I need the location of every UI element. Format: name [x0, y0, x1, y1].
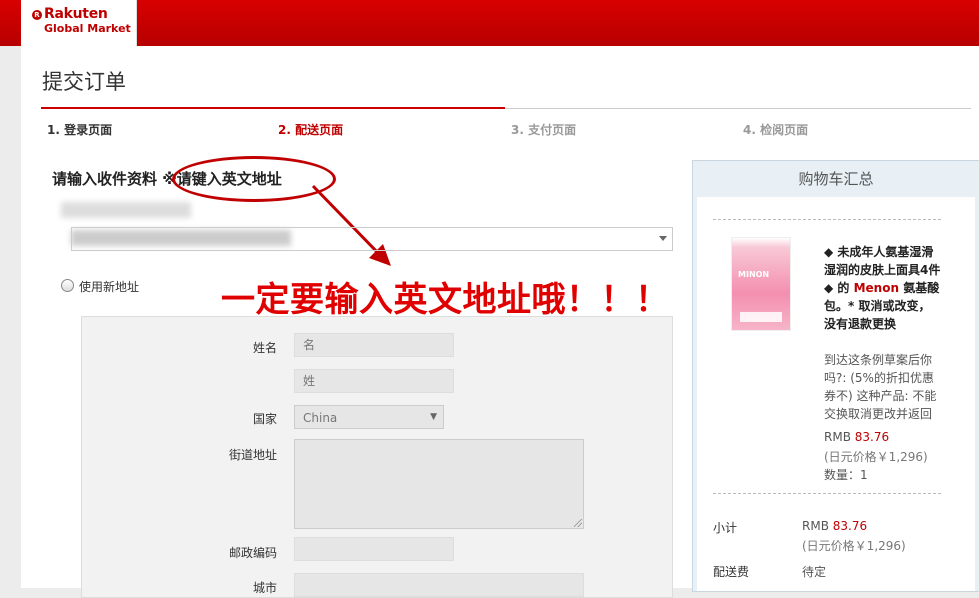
cart-summary: 购物车汇总 MINON ◆ 未成年人氨基湿滑湿润的皮肤上面具4件 ◆ 的 Men…	[692, 160, 979, 592]
subtotal-value: RMB 83.76	[802, 519, 867, 533]
annotation-arrow-icon	[311, 184, 391, 266]
product-image-label	[740, 312, 782, 322]
subtotal-label: 小计	[713, 521, 738, 535]
step-payment: 3. 支付页面	[511, 123, 577, 137]
name-label: 姓名	[252, 341, 277, 355]
product-jpy-price: (日元价格￥1,296)	[824, 450, 928, 464]
country-select[interactable]: China ▼	[294, 405, 444, 429]
progress-fill	[41, 107, 505, 109]
subtotal-currency: RMB	[802, 519, 833, 533]
logo-text-top: Rakuten	[44, 6, 108, 22]
cart-summary-title: 购物车汇总	[798, 170, 874, 188]
chevron-down-icon	[659, 236, 667, 241]
saved-address-value-blurred	[71, 230, 291, 246]
country-label: 国家	[252, 412, 277, 426]
postal-code-label: 邮政编码	[228, 546, 277, 560]
step-review: 4. 检阅页面	[743, 123, 809, 137]
saved-address-label-blurred	[61, 202, 191, 218]
new-address-label[interactable]: 使用新地址	[79, 278, 139, 295]
shipping-label: 配送费	[713, 565, 750, 579]
logo-mark-icon: R	[32, 10, 42, 20]
shipping-value: 待定	[802, 565, 827, 579]
divider	[713, 219, 941, 220]
logo-text-bottom: Global Market	[44, 22, 131, 35]
new-address-radio[interactable]	[61, 279, 74, 292]
cart-summary-body: MINON ◆ 未成年人氨基湿滑湿润的皮肤上面具4件 ◆ 的 Menon 氨基酸…	[697, 197, 975, 591]
price-value: 83.76	[854, 430, 890, 444]
price-currency: RMB	[824, 430, 855, 444]
checkout-page: 提交订单 1. 登录页面 2. 配送页面 3. 支付页面 4. 检阅页面 请输入…	[21, 46, 979, 598]
product-quantity: 数量：1	[824, 468, 868, 482]
street-label: 街道地址	[228, 448, 277, 462]
step-shipping: 2. 配送页面	[278, 123, 344, 137]
divider	[713, 493, 941, 494]
product-image-brand: MINON	[738, 270, 770, 279]
product-note: 到达这条例草案后你吗?: (5%的折扣优惠券不) 这种产品: 不能交换取消更改并…	[824, 353, 937, 421]
product-name[interactable]: ◆ 未成年人氨基湿滑湿润的皮肤上面具4件 ◆ 的 Menon 氨基酸包。* 取消…	[824, 243, 942, 333]
top-header-bar: R Rakuten Global Market	[0, 0, 979, 46]
product-image[interactable]: MINON	[731, 237, 791, 331]
country-value: China	[303, 411, 338, 425]
postal-code-input[interactable]	[294, 537, 454, 561]
product-price: RMB 83.76	[824, 430, 889, 444]
city-input[interactable]	[294, 573, 584, 597]
subtotal-amount: 83.76	[832, 519, 868, 533]
product-brand: Menon	[853, 281, 900, 295]
triangle-down-icon: ▼	[430, 412, 437, 422]
step-login: 1. 登录页面	[47, 123, 113, 137]
resize-grip-icon[interactable]	[574, 519, 582, 527]
last-name-input[interactable]	[294, 369, 454, 393]
subtotal-jpy: (日元价格￥1,296)	[802, 539, 906, 553]
rakuten-logo[interactable]: R Rakuten Global Market	[21, 0, 137, 46]
page-title: 提交订单	[42, 70, 126, 94]
street-address-textarea[interactable]	[294, 439, 584, 529]
first-name-input[interactable]	[294, 333, 454, 357]
address-form: 姓名 国家 China ▼ 街道地址 邮政编码 城市	[81, 316, 673, 598]
annotation-text: 一定要输入英文地址哦！！！	[221, 280, 670, 320]
